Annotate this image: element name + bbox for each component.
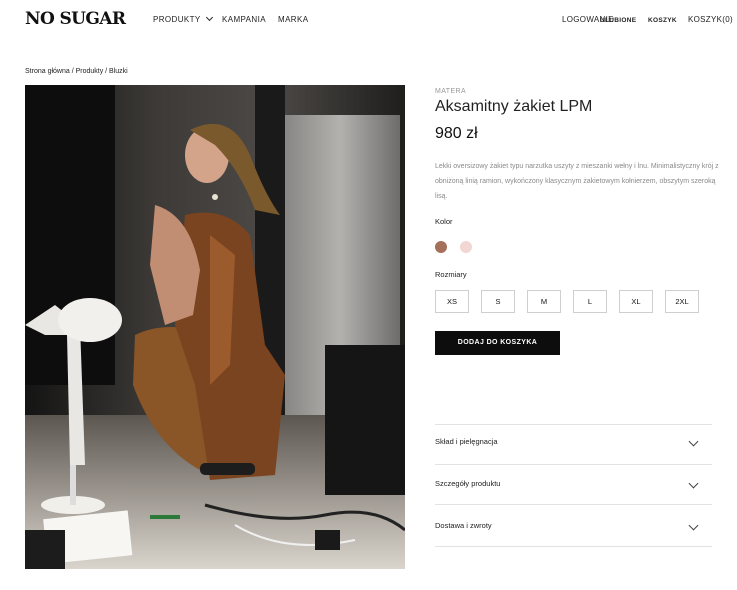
- color-swatch-pink[interactable]: [460, 241, 472, 253]
- product-description: Lekki oversizowy żakiet typu narzutka us…: [435, 163, 719, 200]
- accordion-dostawa[interactable]: Dostawa i zwroty: [435, 508, 712, 548]
- size-button-s[interactable]: S: [481, 290, 515, 313]
- size-button-m[interactable]: M: [527, 290, 561, 313]
- nav-item-kampania[interactable]: KAMPANIA: [222, 15, 266, 24]
- chevron-down-icon: [688, 520, 699, 531]
- color-swatch-brown[interactable]: [435, 241, 447, 253]
- product-image[interactable]: [25, 85, 405, 569]
- accordion-label: Szczegóły produktu: [435, 479, 501, 488]
- add-to-cart-button[interactable]: DODAJ DO KOSZYKA: [435, 331, 560, 355]
- brand-logo[interactable]: NO SUGAR: [25, 9, 126, 29]
- size-button-l[interactable]: L: [573, 290, 607, 313]
- favorites-link[interactable]: ULUBIONE: [600, 17, 636, 24]
- size-button-xs[interactable]: XS: [435, 290, 469, 313]
- product-photo-illustration: [25, 85, 405, 569]
- size-button-2xl[interactable]: 2XL: [665, 290, 699, 313]
- nav-item-produkty[interactable]: PRODUKTY: [153, 13, 213, 24]
- size-label: Rozmiary: [435, 270, 467, 279]
- cart-count-link[interactable]: KOSZYK(0): [688, 15, 733, 24]
- breadcrumb[interactable]: Strona główna / Produkty / Bluzki: [25, 68, 128, 75]
- product-price: 980 zł: [435, 125, 478, 142]
- color-label: Kolor: [435, 217, 453, 226]
- chevron-down-icon: [688, 436, 699, 447]
- divider: [435, 504, 712, 505]
- divider: [435, 464, 712, 465]
- accordion-skład[interactable]: Skład i pielęgnacja: [435, 424, 712, 464]
- cart-link[interactable]: KOSZYK: [648, 17, 677, 24]
- accordion-szczegoly[interactable]: Szczegóły produktu: [435, 466, 712, 506]
- nav-item-marka[interactable]: MARKA: [278, 15, 308, 24]
- divider: [435, 546, 712, 547]
- accordion-label: Skład i pielęgnacja: [435, 437, 498, 446]
- product-title: Aksamitny żakiet LPM: [435, 98, 593, 115]
- nav-label: PRODUKTY: [153, 15, 201, 24]
- chevron-down-icon: [688, 478, 699, 489]
- size-button-xl[interactable]: XL: [619, 290, 653, 313]
- accordion-label: Dostawa i zwroty: [435, 521, 492, 530]
- product-brand: MATERA: [435, 88, 467, 95]
- chevron-down-icon: [205, 13, 213, 22]
